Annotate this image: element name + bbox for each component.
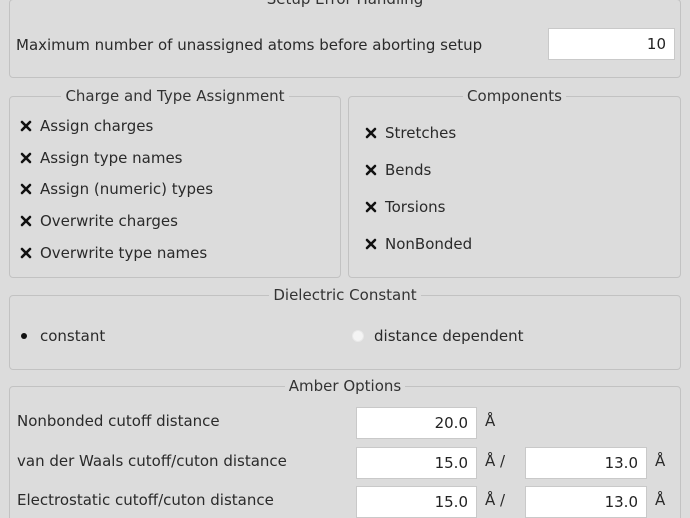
checkbox-nonbonded[interactable]: NonBonded — [364, 235, 472, 253]
elec-unit-separator: Å / — [485, 491, 506, 509]
vdw-unit: Å — [655, 452, 666, 470]
max-unassigned-label: Maximum number of unassigned atoms befor… — [16, 36, 483, 54]
components-title: Components — [467, 87, 562, 105]
checkbox-stretches[interactable]: Stretches — [364, 124, 456, 142]
elec-cutoff-input[interactable] — [356, 486, 477, 518]
checkbox-assign-type-names[interactable]: Assign type names — [19, 149, 183, 167]
radio-distance-dependent-label: distance dependent — [374, 327, 524, 345]
vdw-unit-separator: Å / — [485, 452, 506, 470]
dielectric-group: Dielectric Constant — [9, 286, 681, 370]
checkbox-label: Overwrite type names — [40, 244, 208, 262]
minimization-setup-panel: Setup Error Handling Maximum number of u… — [0, 0, 690, 518]
radio-distance-dependent-dot[interactable] — [352, 330, 364, 342]
max-unassigned-input[interactable] — [548, 28, 675, 60]
vdw-cuton-input[interactable] — [525, 447, 647, 479]
check-mark-icon[interactable] — [19, 214, 33, 228]
check-mark-icon[interactable] — [19, 151, 33, 165]
vdw-cutoff-input[interactable] — [356, 447, 477, 479]
checkbox-overwrite-type-names[interactable]: Overwrite type names — [19, 244, 207, 262]
checkbox-label: Torsions — [385, 198, 446, 216]
nonbonded-unit: Å — [485, 412, 496, 430]
checkbox-label: Assign charges — [40, 117, 154, 135]
amber-options-title: Amber Options — [288, 377, 402, 395]
checkbox-label: Assign (numeric) types — [40, 180, 214, 198]
nonbonded-cutoff-input[interactable] — [356, 407, 477, 439]
checkbox-overwrite-charges[interactable]: Overwrite charges — [19, 212, 178, 230]
nonbonded-cutoff-label: Nonbonded cutoff distance — [17, 412, 220, 430]
checkbox-label: Assign type names — [40, 149, 183, 167]
radio-constant-dot[interactable] — [18, 330, 30, 342]
charge-type-title: Charge and Type Assignment — [65, 87, 285, 105]
check-mark-icon[interactable] — [364, 200, 378, 214]
radio-constant-label: constant — [40, 327, 106, 345]
check-mark-icon[interactable] — [364, 126, 378, 140]
setup-error-title: Setup Error Handling — [263, 0, 428, 8]
vdw-cutoff-label: van der Waals cutoff/cuton distance — [17, 452, 287, 470]
checkbox-label: NonBonded — [385, 235, 473, 253]
checkbox-assign-charges[interactable]: Assign charges — [19, 117, 153, 135]
dielectric-title: Dielectric Constant — [273, 286, 417, 304]
elec-cutoff-label: Electrostatic cutoff/cuton distance — [17, 491, 274, 509]
radio-constant[interactable]: constant — [18, 327, 105, 345]
checkbox-assign-numeric-types[interactable]: Assign (numeric) types — [19, 180, 213, 198]
checkbox-label: Bends — [385, 161, 432, 179]
check-mark-icon[interactable] — [364, 163, 378, 177]
checkbox-torsions[interactable]: Torsions — [364, 198, 445, 216]
check-mark-icon[interactable] — [364, 237, 378, 251]
radio-distance-dependent[interactable]: distance dependent — [352, 327, 523, 345]
elec-unit: Å — [655, 491, 666, 509]
check-mark-icon[interactable] — [19, 246, 33, 260]
checkbox-label: Stretches — [385, 124, 457, 142]
check-mark-icon[interactable] — [19, 182, 33, 196]
checkbox-bends[interactable]: Bends — [364, 161, 431, 179]
checkbox-label: Overwrite charges — [40, 212, 178, 230]
elec-cuton-input[interactable] — [525, 486, 647, 518]
check-mark-icon[interactable] — [19, 119, 33, 133]
